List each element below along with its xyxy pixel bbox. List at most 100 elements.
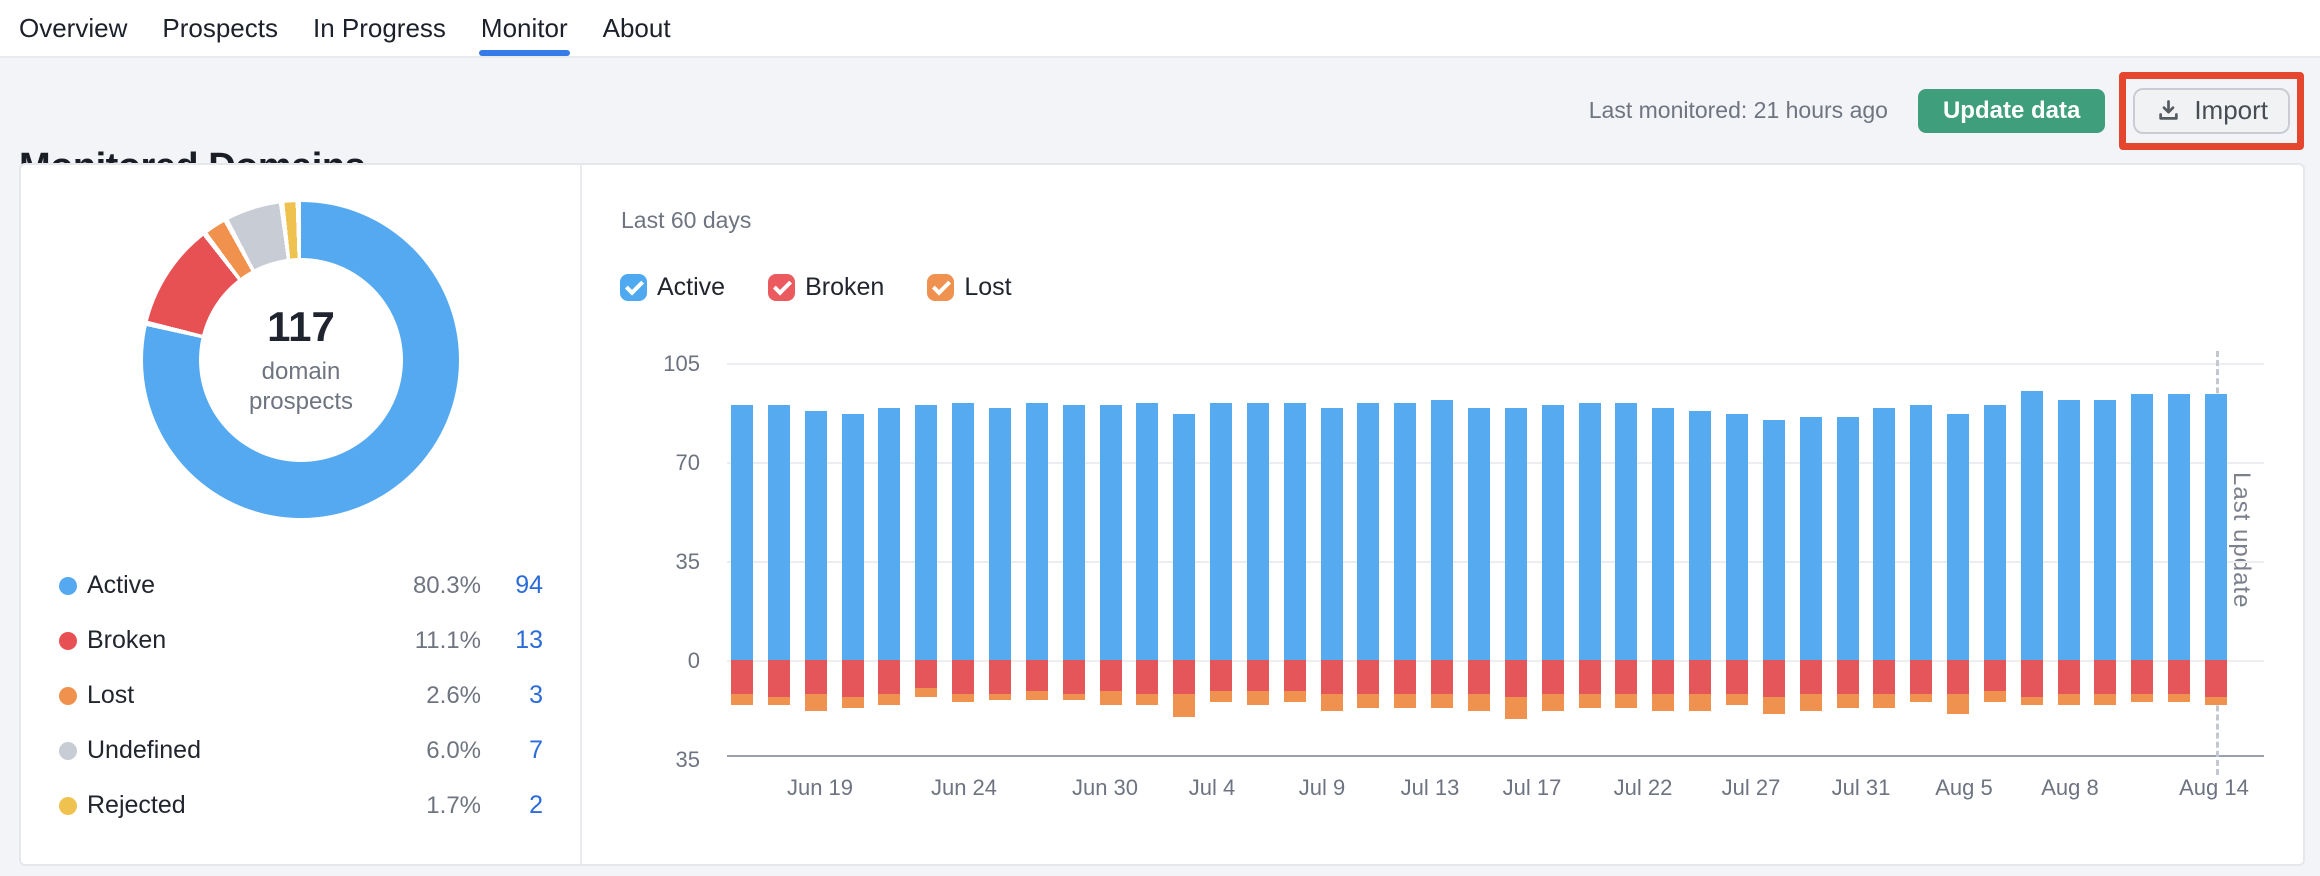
bar-segment[interactable]: [1468, 660, 1490, 694]
bar-segment[interactable]: [805, 660, 827, 694]
bar-segment[interactable]: [2168, 694, 2190, 702]
bar-segment[interactable]: [878, 408, 900, 660]
bar-segment[interactable]: [1136, 660, 1158, 694]
bar-segment[interactable]: [1947, 660, 1969, 694]
bar-segment[interactable]: [1763, 420, 1785, 660]
bar-segment[interactable]: [952, 694, 974, 702]
bar-segment[interactable]: [1431, 660, 1453, 694]
bar-segment[interactable]: [1947, 414, 1969, 660]
tab-monitor[interactable]: Monitor: [479, 0, 570, 56]
bar-segment[interactable]: [2021, 697, 2043, 705]
bar-segment[interactable]: [1247, 691, 1269, 705]
tab-in-progress[interactable]: In Progress: [311, 0, 448, 56]
bar-segment[interactable]: [1431, 694, 1453, 708]
bar-segment[interactable]: [1100, 405, 1122, 660]
bar-segment[interactable]: [1800, 694, 1822, 711]
bar-segment[interactable]: [2058, 694, 2080, 705]
bar-segment[interactable]: [1615, 660, 1637, 694]
bar-segment[interactable]: [878, 660, 900, 694]
bar-segment[interactable]: [1173, 660, 1195, 694]
bar-segment[interactable]: [2094, 694, 2116, 705]
bar-segment[interactable]: [1689, 694, 1711, 711]
bar-segment[interactable]: [1873, 408, 1895, 660]
bar-segment[interactable]: [1579, 660, 1601, 694]
bar-segment[interactable]: [2058, 660, 2080, 694]
bar-segment[interactable]: [1837, 417, 1859, 660]
bar-segment[interactable]: [1284, 691, 1306, 702]
tab-prospects[interactable]: Prospects: [160, 0, 280, 56]
bar-segment[interactable]: [989, 660, 1011, 694]
bar-segment[interactable]: [1210, 403, 1232, 660]
bar-segment[interactable]: [1136, 694, 1158, 705]
bar-segment[interactable]: [1210, 660, 1232, 691]
bar-segment[interactable]: [1910, 660, 1932, 694]
bar-segment[interactable]: [1542, 660, 1564, 694]
bar-segment[interactable]: [1947, 694, 1969, 714]
bar-segment[interactable]: [1026, 691, 1048, 699]
bar-segment[interactable]: [1026, 403, 1048, 660]
bar-segment[interactable]: [1726, 694, 1748, 705]
filter-active[interactable]: Active: [620, 273, 725, 302]
bar-segment[interactable]: [2205, 660, 2227, 697]
legend-count-link[interactable]: 2: [481, 791, 543, 820]
bar-segment[interactable]: [1321, 694, 1343, 711]
bar-segment[interactable]: [1173, 694, 1195, 717]
bar-segment[interactable]: [1100, 660, 1122, 691]
bar-segment[interactable]: [1284, 660, 1306, 691]
bar-segment[interactable]: [1726, 660, 1748, 694]
bar-segment[interactable]: [1394, 403, 1416, 660]
bar-segment[interactable]: [1910, 694, 1932, 702]
bar-segment[interactable]: [1321, 660, 1343, 694]
legend-count-link[interactable]: 3: [481, 681, 543, 710]
bar-segment[interactable]: [1652, 660, 1674, 694]
bar-segment[interactable]: [1579, 694, 1601, 708]
bar-segment[interactable]: [2205, 697, 2227, 705]
bar-segment[interactable]: [1652, 694, 1674, 711]
bar-segment[interactable]: [731, 405, 753, 660]
bar-segment[interactable]: [989, 408, 1011, 660]
bar-segment[interactable]: [915, 660, 937, 688]
legend-count-link[interactable]: 7: [481, 736, 543, 765]
bar-segment[interactable]: [731, 660, 753, 694]
tab-overview[interactable]: Overview: [17, 0, 129, 56]
bar-segment[interactable]: [2021, 660, 2043, 697]
bar-segment[interactable]: [2131, 660, 2153, 694]
bar-segment[interactable]: [2131, 694, 2153, 702]
bar-segment[interactable]: [1357, 660, 1379, 694]
bar-segment[interactable]: [768, 405, 790, 660]
bar-segment[interactable]: [2094, 660, 2116, 694]
import-button[interactable]: Import: [2133, 88, 2290, 134]
checkbox-checked-icon[interactable]: [927, 274, 954, 301]
bar-segment[interactable]: [1136, 403, 1158, 660]
bar-segment[interactable]: [1873, 660, 1895, 694]
bar-segment[interactable]: [842, 697, 864, 708]
bar-segment[interactable]: [1652, 408, 1674, 660]
bar-segment[interactable]: [1726, 414, 1748, 660]
bar-segment[interactable]: [952, 660, 974, 694]
bar-segment[interactable]: [1247, 403, 1269, 660]
bar-segment[interactable]: [1357, 403, 1379, 660]
bar-segment[interactable]: [1837, 660, 1859, 694]
bar-segment[interactable]: [1505, 660, 1527, 697]
bar-segment[interactable]: [1505, 408, 1527, 660]
bar-segment[interactable]: [1394, 660, 1416, 694]
bar-segment[interactable]: [2205, 394, 2227, 660]
status-donut-chart[interactable]: 117 domain prospects: [143, 202, 459, 518]
bar-segment[interactable]: [2021, 391, 2043, 660]
bar-segment[interactable]: [768, 660, 790, 697]
bar-segment[interactable]: [1173, 414, 1195, 660]
bar-segment[interactable]: [1468, 408, 1490, 660]
bar-segment[interactable]: [768, 697, 790, 705]
bar-segment[interactable]: [1837, 694, 1859, 708]
bar-segment[interactable]: [1689, 660, 1711, 694]
filter-broken[interactable]: Broken: [768, 273, 884, 302]
bar-segment[interactable]: [1910, 405, 1932, 660]
bar-segment[interactable]: [1210, 691, 1232, 702]
tab-about[interactable]: About: [601, 0, 673, 56]
bar-segment[interactable]: [1284, 403, 1306, 660]
bar-segment[interactable]: [805, 694, 827, 711]
bar-segment[interactable]: [842, 660, 864, 697]
bar-segment[interactable]: [952, 403, 974, 660]
bar-segment[interactable]: [1763, 697, 1785, 714]
bar-segment[interactable]: [1321, 408, 1343, 660]
